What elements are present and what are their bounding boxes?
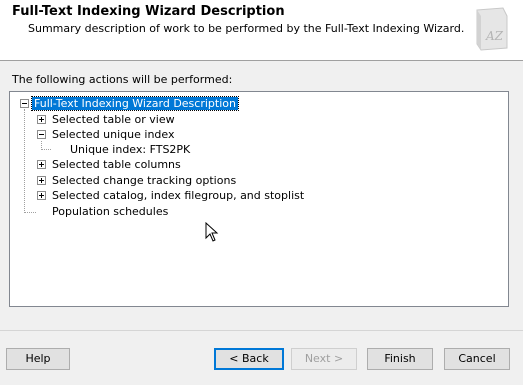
cancel-button[interactable]: Cancel [444, 348, 510, 370]
tree-item-table-view[interactable]: Selected table or view [50, 112, 177, 127]
tree-item-unique-index-value[interactable]: Unique index: FTS2PK [68, 142, 192, 157]
expand-icon[interactable] [37, 176, 46, 185]
next-button[interactable]: Next > [291, 348, 357, 370]
actions-label: The following actions will be performed: [12, 73, 233, 86]
expand-icon[interactable] [37, 191, 46, 200]
tree-connector [24, 212, 36, 213]
back-button[interactable]: < Back [214, 348, 284, 370]
tree-item-table-columns[interactable]: Selected table columns [50, 157, 183, 172]
footer-divider [0, 330, 523, 331]
tree-item-catalog[interactable]: Selected catalog, index filegroup, and s… [50, 188, 306, 203]
book-az-icon: AZ [476, 7, 508, 51]
expand-icon[interactable] [37, 115, 46, 124]
logo-text: AZ [485, 29, 504, 43]
finish-button[interactable]: Finish [367, 348, 433, 370]
tree-item-change-tracking[interactable]: Selected change tracking options [50, 173, 238, 188]
tree-root[interactable]: Full-Text Indexing Wizard Description [31, 96, 239, 111]
tree-root-label: Full-Text Indexing Wizard Description [31, 96, 239, 111]
wizard-header: Full-Text Indexing Wizard Description Su… [0, 0, 523, 61]
page-title: Full-Text Indexing Wizard Description [12, 4, 285, 19]
mouse-pointer-icon [205, 222, 219, 242]
collapse-icon[interactable] [20, 99, 29, 108]
tree-item-population-schedules[interactable]: Population schedules [50, 204, 170, 219]
collapse-icon[interactable] [37, 130, 46, 139]
tree-connector [41, 141, 42, 148]
page-subtitle: Summary description of work to be perfor… [28, 22, 465, 35]
tree-connector [24, 109, 25, 213]
expand-icon[interactable] [37, 160, 46, 169]
tree-item-unique-index[interactable]: Selected unique index [50, 127, 177, 142]
tree-connector [41, 149, 51, 150]
help-button[interactable]: Help [6, 348, 70, 370]
actions-tree[interactable]: Full-Text Indexing Wizard Description Se… [9, 91, 509, 307]
